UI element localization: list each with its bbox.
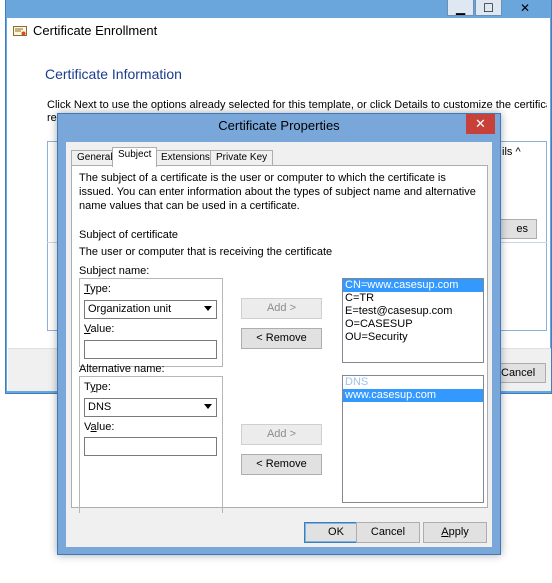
alternative-name-group: Type: DNS Value: bbox=[79, 376, 223, 513]
page-heading: Certificate Information bbox=[45, 66, 182, 82]
list-item[interactable]: C=TR bbox=[343, 292, 483, 305]
list-item[interactable]: OU=Security bbox=[343, 331, 483, 344]
subject-add-button[interactable]: Add > bbox=[241, 298, 322, 319]
list-item[interactable]: O=CASESUP bbox=[343, 318, 483, 331]
subject-subheading: The user or computer that is receiving t… bbox=[79, 246, 333, 258]
details-link[interactable]: ils ^ bbox=[502, 146, 521, 158]
wizard-title: Certificate Enrollment bbox=[33, 23, 158, 38]
dialog-client-area: General Subject Extensions Private Key T… bbox=[66, 142, 492, 547]
subject-value-label: Value: bbox=[84, 323, 115, 335]
alternative-name-list[interactable]: DNS www.casesup.com bbox=[342, 375, 484, 503]
close-icon: ✕ bbox=[475, 116, 486, 131]
dialog-title: Certificate Properties bbox=[218, 118, 340, 133]
alt-type-label: Type: bbox=[84, 381, 111, 393]
maximize-button[interactable]: ☐ bbox=[475, 0, 502, 16]
alt-type-dropdown[interactable]: DNS bbox=[84, 398, 217, 417]
window-close-button[interactable]: ✕ bbox=[503, 0, 547, 16]
maximize-icon: ☐ bbox=[483, 0, 494, 15]
subject-name-list[interactable]: CN=www.casesup.com C=TR E=test@casesup.c… bbox=[342, 278, 484, 363]
list-group-header: DNS bbox=[345, 376, 369, 388]
tab-private-key[interactable]: Private Key bbox=[210, 150, 274, 166]
minimize-button[interactable]: ▁ bbox=[447, 0, 474, 16]
subject-type-label: Type: bbox=[84, 283, 111, 295]
list-item[interactable]: CN=www.casesup.com bbox=[343, 279, 483, 292]
cancel-button[interactable]: Cancel bbox=[356, 522, 420, 543]
alt-type-value: DNS bbox=[88, 401, 112, 413]
close-icon: ✕ bbox=[519, 0, 531, 15]
subject-heading: Subject of certificate bbox=[79, 229, 179, 241]
wizard-instructions: Click Next to use the options already se… bbox=[47, 99, 547, 111]
chevron-down-icon bbox=[204, 404, 212, 409]
tab-subject[interactable]: Subject bbox=[112, 147, 158, 167]
subject-name-group: Type: Organization unit Value: bbox=[79, 278, 223, 367]
subject-description: The subject of a certificate is the user… bbox=[79, 172, 476, 212]
certificate-properties-dialog: Certificate Properties ✕ General Subject… bbox=[57, 113, 501, 555]
subject-value-input[interactable] bbox=[84, 340, 217, 359]
alt-value-label: Value: bbox=[84, 421, 115, 433]
subject-type-dropdown[interactable]: Organization unit bbox=[84, 300, 217, 319]
list-item[interactable]: www.casesup.com bbox=[343, 389, 483, 402]
list-item[interactable]: E=test@casesup.com bbox=[343, 305, 483, 318]
wizard-instructions-continued: re bbox=[47, 112, 57, 124]
wizard-cancel-button[interactable]: Cancel bbox=[496, 363, 546, 383]
subject-tab-panel: The subject of a certificate is the user… bbox=[71, 165, 488, 513]
chevron-down-icon bbox=[204, 306, 212, 311]
certificate-icon bbox=[13, 26, 27, 36]
alternative-name-group-label: Alternative name: bbox=[79, 363, 165, 375]
alt-add-button[interactable]: Add > bbox=[241, 424, 322, 445]
subject-type-value: Organization unit bbox=[88, 303, 172, 315]
wizard-title-bar: Certificate Enrollment bbox=[7, 18, 550, 46]
minimize-icon: ▁ bbox=[455, 0, 466, 15]
tab-extensions[interactable]: Extensions bbox=[155, 150, 216, 166]
window-caption-buttons: ▁ ☐ ✕ bbox=[447, 0, 547, 17]
alt-value-input[interactable] bbox=[84, 437, 217, 456]
alt-remove-button[interactable]: < Remove bbox=[241, 454, 322, 475]
subject-name-group-label: Subject name: bbox=[79, 265, 150, 277]
dialog-close-button[interactable]: ✕ bbox=[466, 114, 495, 134]
subject-remove-button[interactable]: < Remove bbox=[241, 328, 322, 349]
apply-button[interactable]: Apply bbox=[423, 522, 487, 543]
